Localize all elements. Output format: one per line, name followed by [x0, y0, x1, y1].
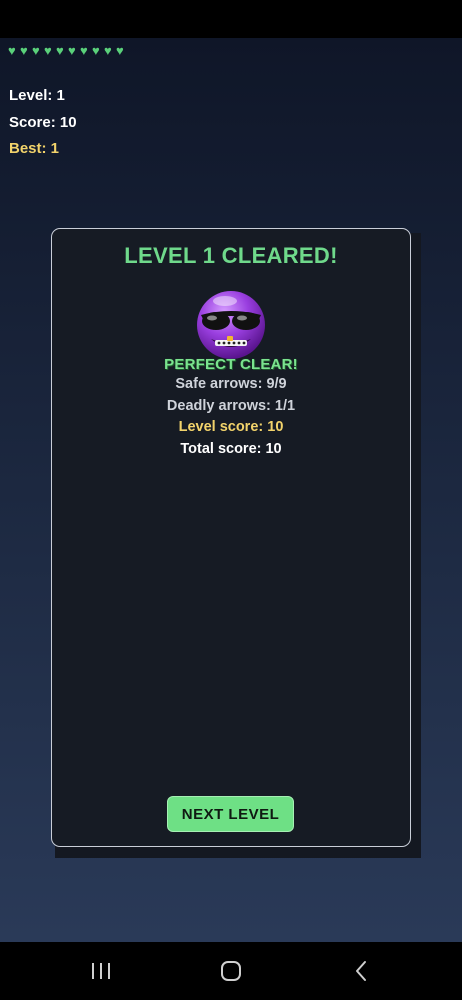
hud-level: Level: 1: [9, 87, 65, 104]
heart-icon: ♥: [116, 43, 124, 58]
dialog-title: LEVEL 1 CLEARED!: [124, 243, 338, 268]
heart-icon: ♥: [80, 43, 88, 58]
hud-score: Score: 10: [9, 114, 77, 131]
total-score-stat: Total score: 10: [180, 441, 282, 457]
hud-best: Best: 1: [9, 140, 60, 157]
heart-icon: ♥: [32, 43, 40, 58]
status-bar: [0, 0, 462, 38]
heart-icon: ♥: [104, 43, 112, 58]
heart-icon: ♥: [20, 43, 28, 58]
recent-apps-icon: [92, 963, 110, 979]
home-icon: [221, 961, 241, 981]
back-icon: [356, 961, 366, 981]
lives-hearts: ♥ ♥ ♥ ♥ ♥ ♥ ♥ ♥ ♥ ♥: [8, 43, 127, 58]
heart-icon: ♥: [56, 43, 64, 58]
android-nav-bar: [0, 942, 462, 1000]
deadly-arrows-stat: Deadly arrows: 1/1: [166, 398, 296, 414]
heart-icon: ♥: [8, 43, 16, 58]
perfect-clear-label: PERFECT CLEAR!: [164, 356, 298, 373]
safe-arrows-stat: Safe arrows: 9/9: [175, 376, 287, 392]
game-area: ♥ ♥ ♥ ♥ ♥ ♥ ♥ ♥ ♥ ♥ Level: 1 Score: 10 Best: 1 LE…: [0, 38, 462, 942]
next-level-button[interactable]: NEXT LEVEL: [167, 796, 294, 832]
home-button[interactable]: [196, 942, 266, 1000]
back-button[interactable]: [326, 942, 396, 1000]
heart-icon: ♥: [44, 43, 52, 58]
purple-smiley-sunglasses-icon: [197, 291, 265, 359]
recent-apps-button[interactable]: [66, 942, 136, 1000]
level-score-stat: Level score: 10: [178, 419, 284, 435]
heart-icon: ♥: [92, 43, 100, 58]
level-cleared-dialog: LEVEL 1 CLEARED! PERFECT CLEAR! Safe arr…: [51, 228, 411, 847]
heart-icon: ♥: [68, 43, 76, 58]
